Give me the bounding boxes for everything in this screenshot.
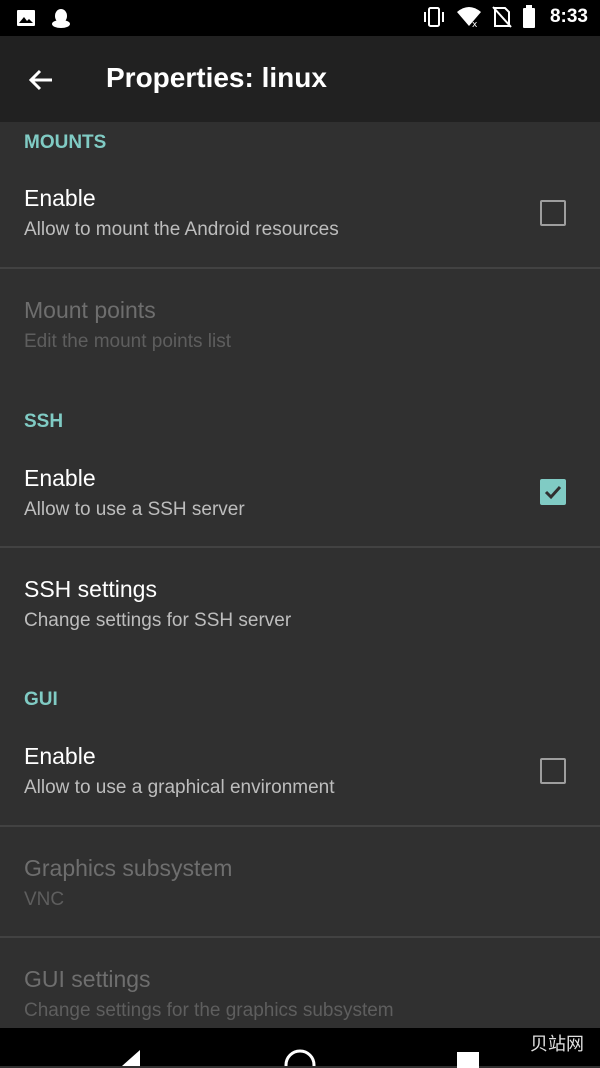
mounts-enable-subtitle: Allow to mount the Android resources [24,219,339,240]
section-header-mounts: MOUNTS [24,132,107,153]
ssh-enable-subtitle: Allow to use a SSH server [24,499,245,520]
divider [0,267,600,269]
check-icon [544,485,562,500]
divider [0,936,600,938]
image-icon [17,10,35,26]
mounts-enable-title: Enable [24,185,96,211]
settings-list[interactable]: MOUNTS Enable Allow to mount the Android… [0,122,600,1028]
back-button[interactable] [22,60,62,100]
mounts-enable-checkbox[interactable] [540,200,566,226]
status-bar: x 8:33 [0,0,600,36]
home-icon[interactable] [283,1048,317,1066]
ssh-enable-row[interactable]: Enable Allow to use a SSH server [0,455,600,547]
mount-points-row[interactable]: Mount points Edit the mount points list [0,270,600,360]
wifi-icon: x [456,7,481,28]
gui-settings-title: GUI settings [24,966,151,992]
mount-points-title: Mount points [24,297,156,323]
gui-enable-subtitle: Allow to use a graphical environment [24,777,335,798]
qq-icon [52,9,70,28]
ssh-enable-title: Enable [24,465,96,491]
ssh-settings-row[interactable]: SSH settings Change settings for SSH ser… [0,549,600,639]
divider [0,825,600,827]
graphics-subsystem-subtitle: VNC [24,889,65,910]
mounts-enable-row[interactable]: Enable Allow to mount the Android resour… [0,176,600,268]
graphics-subsystem-title: Graphics subsystem [24,855,233,881]
navigation-bar: 贝站网 [0,1028,600,1068]
app-bar: Properties: linux [0,36,600,122]
ssh-enable-checkbox[interactable] [540,479,566,505]
status-bar-left [16,7,72,29]
status-time: 8:33 [549,6,588,27]
ssh-settings-subtitle: Change settings for SSH server [24,610,292,631]
watermark: 贝站网 [530,1034,584,1054]
gui-enable-checkbox[interactable] [540,758,566,784]
section-header-ssh: SSH [24,411,64,432]
arrow-back-icon [28,69,52,91]
divider [0,546,600,548]
svg-text:x: x [472,20,478,28]
back-icon[interactable] [120,1050,144,1066]
section-header-gui: GUI [24,689,58,710]
gui-enable-title: Enable [24,743,96,769]
page-title: Properties: linux [106,62,327,93]
graphics-subsystem-row[interactable]: Graphics subsystem VNC [0,828,600,936]
gui-settings-row[interactable]: GUI settings Change settings for the gra… [0,939,600,1028]
status-bar-right: x 8:33 [422,5,588,29]
gui-settings-subtitle: Change settings for the graphics subsyst… [24,1000,394,1021]
vibrate-icon [423,7,444,27]
gui-enable-row[interactable]: Enable Allow to use a graphical environm… [0,733,600,825]
no-sim-icon [492,6,512,28]
battery-icon [522,5,535,28]
mount-points-subtitle: Edit the mount points list [24,331,231,352]
ssh-settings-title: SSH settings [24,576,157,602]
